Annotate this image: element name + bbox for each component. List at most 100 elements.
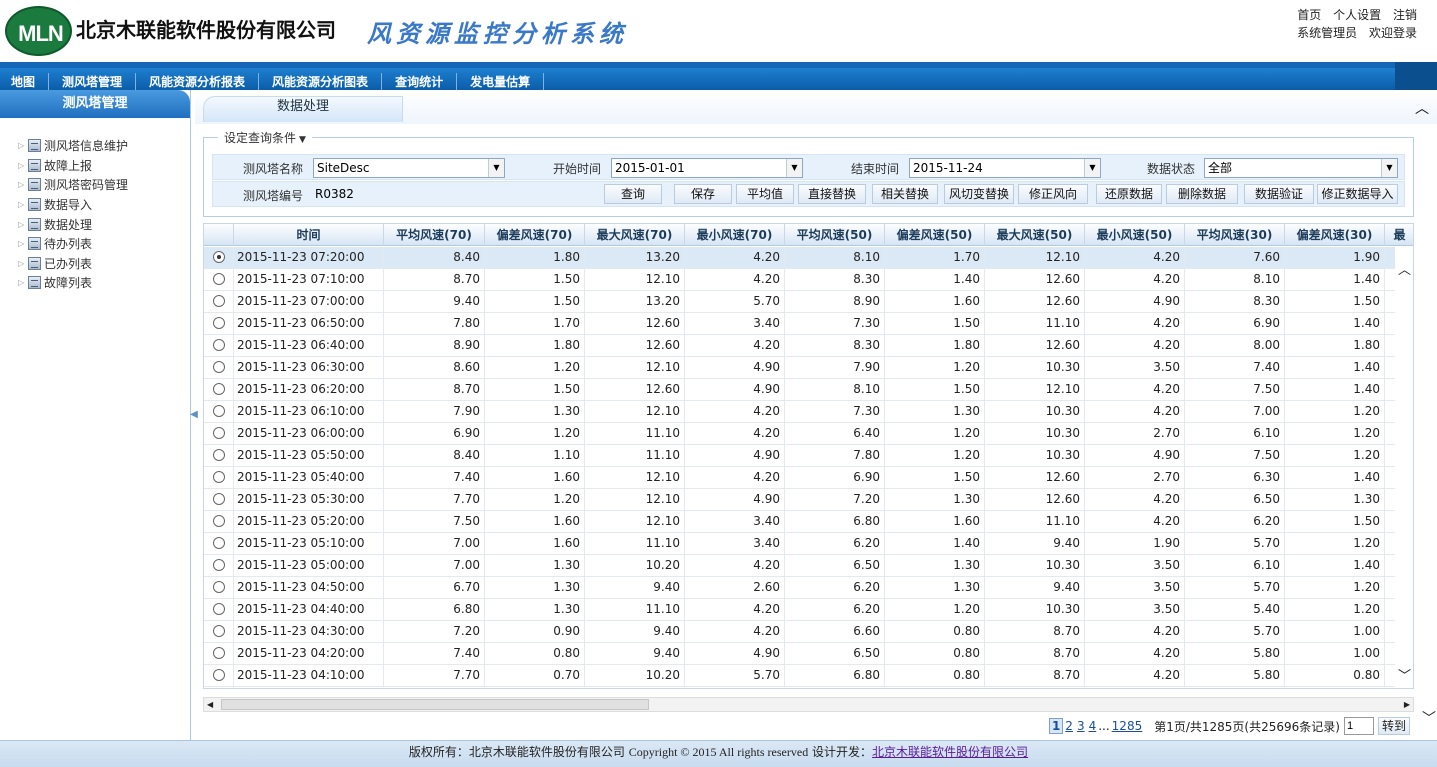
column-header[interactable]: 平均风速(70) xyxy=(384,224,485,246)
footer-dev-link[interactable]: 北京木联能软件股份有限公司 xyxy=(872,745,1028,759)
average-button[interactable]: 平均值 xyxy=(736,184,794,204)
table-row[interactable]: 2015-11-23 06:00:00 6.90 1.20 11.10 4.20 6.40… xyxy=(204,423,1413,445)
save-button[interactable]: 保存 xyxy=(674,184,732,204)
column-header[interactable]: 最大风速(50) xyxy=(985,224,1085,246)
row-radio[interactable] xyxy=(212,251,225,263)
row-radio[interactable] xyxy=(212,559,225,571)
page-current[interactable]: 1 xyxy=(1048,718,1064,734)
page-link[interactable]: 3 xyxy=(1077,719,1085,733)
logout-link[interactable]: 注销 xyxy=(1393,8,1417,22)
table-row[interactable]: 2015-11-23 04:30:00 7.20 0.90 9.40 4.20 6.60 0… xyxy=(204,621,1413,643)
column-header[interactable]: 最 xyxy=(1385,224,1413,246)
tab-data-processing[interactable]: 数据处理 xyxy=(203,96,403,122)
row-radio[interactable] xyxy=(212,427,225,439)
row-radio[interactable] xyxy=(212,295,225,307)
chevron-up-icon[interactable]: ︿ xyxy=(1398,259,1411,278)
row-radio[interactable] xyxy=(212,361,225,373)
page-scrollbar[interactable]: ﹀ xyxy=(1419,90,1437,740)
row-radio[interactable] xyxy=(212,537,225,549)
scroll-thumb[interactable] xyxy=(221,699,649,710)
data-status-select[interactable]: 全部 ▼ xyxy=(1204,158,1398,178)
column-header[interactable]: 最小风速(50) xyxy=(1085,224,1185,246)
table-row[interactable]: 2015-11-23 06:50:00 7.80 1.70 12.60 3.40 7.30… xyxy=(204,313,1413,335)
expand-arrow-icon[interactable]: ▷ xyxy=(18,220,28,229)
nav-item-tower[interactable]: 测风塔管理 xyxy=(49,73,137,91)
sidebar-item-fault-report[interactable]: ▷ 故障上报 xyxy=(18,156,128,176)
direct-replace-button[interactable]: 直接替换 xyxy=(798,184,866,204)
row-radio[interactable] xyxy=(212,603,225,615)
page-number-input[interactable] xyxy=(1343,717,1374,735)
table-row[interactable]: 2015-11-23 06:10:00 7.90 1.30 12.10 4.20 7.30… xyxy=(204,401,1413,423)
tower-name-select[interactable]: SiteDesc ▼ xyxy=(313,158,505,178)
row-radio[interactable] xyxy=(212,449,225,461)
expand-arrow-icon[interactable]: ▷ xyxy=(18,259,28,268)
row-radio[interactable] xyxy=(212,383,225,395)
column-header[interactable]: 平均风速(30) xyxy=(1185,224,1285,246)
fix-direction-button[interactable]: 修正风向 xyxy=(1018,184,1088,204)
row-radio[interactable] xyxy=(212,625,225,637)
expand-arrow-icon[interactable]: ▷ xyxy=(18,239,28,248)
table-row[interactable]: 2015-11-23 05:40:00 7.40 1.60 12.10 4.20 6.90… xyxy=(204,467,1413,489)
shear-replace-button[interactable]: 风切变替换 xyxy=(944,184,1014,204)
page-link[interactable]: 4 xyxy=(1089,719,1097,733)
row-radio[interactable] xyxy=(212,493,225,505)
nav-item-query[interactable]: 查询统计 xyxy=(382,73,458,91)
grid-horizontal-scrollbar[interactable]: ◀ ▶ xyxy=(203,697,1414,712)
end-time-picker[interactable]: 2015-11-24 ▼ xyxy=(909,158,1101,178)
table-row[interactable]: 2015-11-23 07:20:00 8.40 1.80 13.20 4.20 8.10… xyxy=(204,247,1413,269)
table-row[interactable]: 2015-11-23 04:20:00 7.40 0.80 9.40 4.90 6.50 0… xyxy=(204,643,1413,665)
column-header[interactable]: 平均风速(50) xyxy=(785,224,885,246)
page-link[interactable]: 2 xyxy=(1065,719,1073,733)
table-row[interactable]: 2015-11-23 05:30:00 7.70 1.20 12.10 4.90 7.20… xyxy=(204,489,1413,511)
sidebar-item-todo[interactable]: ▷ 待办列表 xyxy=(18,234,128,254)
expand-arrow-icon[interactable]: ▷ xyxy=(18,180,28,189)
table-row[interactable]: 2015-11-23 04:10:00 7.70 0.70 10.20 5.70 6.80… xyxy=(204,665,1413,687)
go-to-page-button[interactable]: 转到 xyxy=(1377,717,1410,735)
row-radio[interactable] xyxy=(212,515,225,527)
table-row[interactable]: 2015-11-23 05:20:00 7.50 1.60 12.10 3.40 6.80… xyxy=(204,511,1413,533)
page-last-link[interactable]: 1285 xyxy=(1112,719,1143,733)
validate-data-button[interactable]: 数据验证 xyxy=(1244,184,1314,204)
page-scroll-down-icon[interactable]: ﹀ xyxy=(1422,708,1436,728)
table-row[interactable]: 2015-11-23 06:20:00 8.70 1.50 12.60 4.90 8.10… xyxy=(204,379,1413,401)
table-row[interactable]: 2015-11-23 04:40:00 6.80 1.30 11.10 4.20 6.20… xyxy=(204,599,1413,621)
row-radio[interactable] xyxy=(212,669,225,681)
expand-arrow-icon[interactable]: ▷ xyxy=(18,161,28,170)
row-radio[interactable] xyxy=(212,405,225,417)
expand-arrow-icon[interactable]: ▷ xyxy=(18,278,28,287)
delete-data-button[interactable]: 删除数据 xyxy=(1166,184,1238,204)
table-row[interactable]: 2015-11-23 05:10:00 7.00 1.60 11.10 3.40 6.20… xyxy=(204,533,1413,555)
sidebar-item-password[interactable]: ▷ 测风塔密码管理 xyxy=(18,175,128,195)
column-header[interactable]: 时间 xyxy=(234,224,384,246)
column-header[interactable]: 偏差风速(30) xyxy=(1285,224,1385,246)
nav-item-power[interactable]: 发电量估算 xyxy=(457,73,545,91)
column-header[interactable]: 最大风速(70) xyxy=(585,224,685,246)
row-radio[interactable] xyxy=(212,317,225,329)
expand-arrow-icon[interactable]: ▷ xyxy=(18,200,28,209)
column-header[interactable]: 偏差风速(50) xyxy=(885,224,985,246)
row-radio[interactable] xyxy=(212,339,225,351)
sidebar-item-tower-info[interactable]: ▷ 测风塔信息维护 xyxy=(18,136,128,156)
table-row[interactable]: 2015-11-23 05:50:00 8.40 1.10 11.10 4.90 7.80… xyxy=(204,445,1413,467)
table-row[interactable]: 2015-11-23 06:30:00 8.60 1.20 12.10 4.90 7.90… xyxy=(204,357,1413,379)
correlation-replace-button[interactable]: 相关替换 xyxy=(872,184,938,204)
table-row[interactable]: 2015-11-23 07:00:00 9.40 1.50 13.20 5.70 8.90… xyxy=(204,291,1413,313)
sidebar-item-faults[interactable]: ▷ 故障列表 xyxy=(18,273,128,293)
expand-arrow-icon[interactable]: ▷ xyxy=(18,141,28,150)
column-header[interactable]: 偏差风速(70) xyxy=(485,224,585,246)
sidebar-item-processing[interactable]: ▷ 数据处理 xyxy=(18,214,128,234)
query-button[interactable]: 查询 xyxy=(604,184,662,204)
query-legend[interactable]: 设定查询条件 ▼ xyxy=(218,129,312,146)
settings-link[interactable]: 个人设置 xyxy=(1333,8,1381,22)
nav-item-report[interactable]: 风能资源分析报表 xyxy=(136,73,260,91)
table-row[interactable]: 2015-11-23 05:00:00 7.00 1.30 10.20 4.20 6.50… xyxy=(204,555,1413,577)
chevron-down-icon[interactable]: ﹀ xyxy=(1398,665,1411,684)
sidebar-item-done[interactable]: ▷ 已办列表 xyxy=(18,254,128,274)
scroll-right-icon[interactable]: ▶ xyxy=(1404,698,1410,711)
sidebar-item-import[interactable]: ▷ 数据导入 xyxy=(18,195,128,215)
table-row[interactable]: 2015-11-23 06:40:00 8.90 1.80 12.60 4.20 8.30… xyxy=(204,335,1413,357)
row-radio[interactable] xyxy=(212,471,225,483)
start-time-picker[interactable]: 2015-01-01 ▼ xyxy=(611,158,803,178)
restore-data-button[interactable]: 还原数据 xyxy=(1096,184,1162,204)
home-link[interactable]: 首页 xyxy=(1297,8,1321,22)
